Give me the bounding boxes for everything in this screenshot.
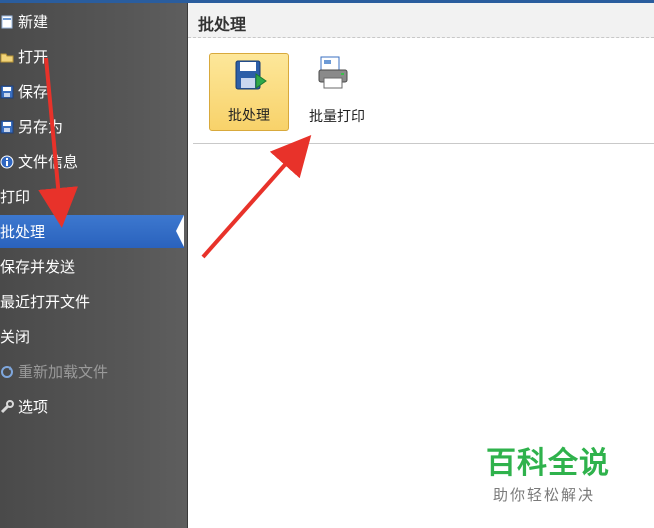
- sidebar-item-save-as[interactable]: 另存为: [0, 110, 187, 143]
- sidebar-item-save-and-send[interactable]: 保存并发送: [0, 250, 187, 283]
- sidebar-item-label: 选项: [18, 398, 49, 416]
- sidebar-item-label: 打开: [18, 48, 49, 66]
- active-indicator: [176, 215, 184, 247]
- sidebar-item-print[interactable]: 打印: [0, 180, 187, 213]
- reload-icon: [0, 365, 14, 379]
- watermark-title: 百科全说: [486, 446, 610, 481]
- main-header: 批处理: [188, 3, 654, 38]
- main-panel: 批处理 批处理 批量打印 百科全说 助你轻松解决: [188, 3, 654, 528]
- sidebar-item-label: 新建: [18, 13, 49, 31]
- tile-label: 批处理: [228, 108, 270, 124]
- tile-label: 批量打印: [309, 109, 365, 125]
- open-folder-icon: [0, 50, 14, 64]
- sidebar-item-label: 保存并发送: [0, 258, 76, 276]
- watermark-subtitle: 助你轻松解决: [493, 486, 596, 504]
- options-wrench-icon: [0, 399, 14, 414]
- sidebar-item-label: 最近打开文件: [0, 293, 91, 311]
- sidebar-item-open[interactable]: 打开: [0, 40, 187, 73]
- batch-print-button[interactable]: 批量打印: [293, 53, 381, 131]
- sidebar-item-label: 打印: [0, 188, 31, 206]
- batch-print-icon: [318, 56, 348, 89]
- sidebar-item-save[interactable]: 保存: [0, 75, 187, 108]
- save-as-icon: [0, 120, 14, 134]
- save-icon: [0, 85, 14, 99]
- batch-save-icon: [235, 60, 267, 90]
- sidebar-item-batch[interactable]: 批处理: [0, 215, 184, 248]
- page-title: 批处理: [198, 15, 247, 34]
- batch-process-button[interactable]: 批处理: [209, 53, 289, 131]
- sidebar-item-file-info[interactable]: 文件信息: [0, 145, 187, 178]
- tiles-separator: [193, 143, 654, 144]
- backstage-sidebar: 新建 打开 保存 另存为 文件信息 打印 批处理 保存并发送 最近打开文件 关闭…: [0, 3, 188, 528]
- sidebar-item-label: 重新加载文件: [18, 363, 109, 381]
- sidebar-item-label: 文件信息: [18, 153, 79, 171]
- sidebar-item-label: 关闭: [0, 328, 31, 346]
- sidebar-item-options[interactable]: 选项: [0, 390, 187, 423]
- watermark: 百科全说 助你轻松解决: [486, 438, 626, 505]
- sidebar-item-new[interactable]: 新建: [0, 5, 187, 38]
- sidebar-item-recent-files[interactable]: 最近打开文件: [0, 285, 187, 318]
- sidebar-item-reload-file[interactable]: 重新加载文件: [0, 355, 187, 388]
- sidebar-item-label: 保存: [18, 83, 49, 101]
- info-icon: [0, 155, 14, 169]
- sidebar-item-label: 批处理: [0, 223, 46, 241]
- sidebar-item-close[interactable]: 关闭: [0, 320, 187, 353]
- sidebar-item-label: 另存为: [18, 118, 64, 136]
- new-document-icon: [0, 15, 14, 29]
